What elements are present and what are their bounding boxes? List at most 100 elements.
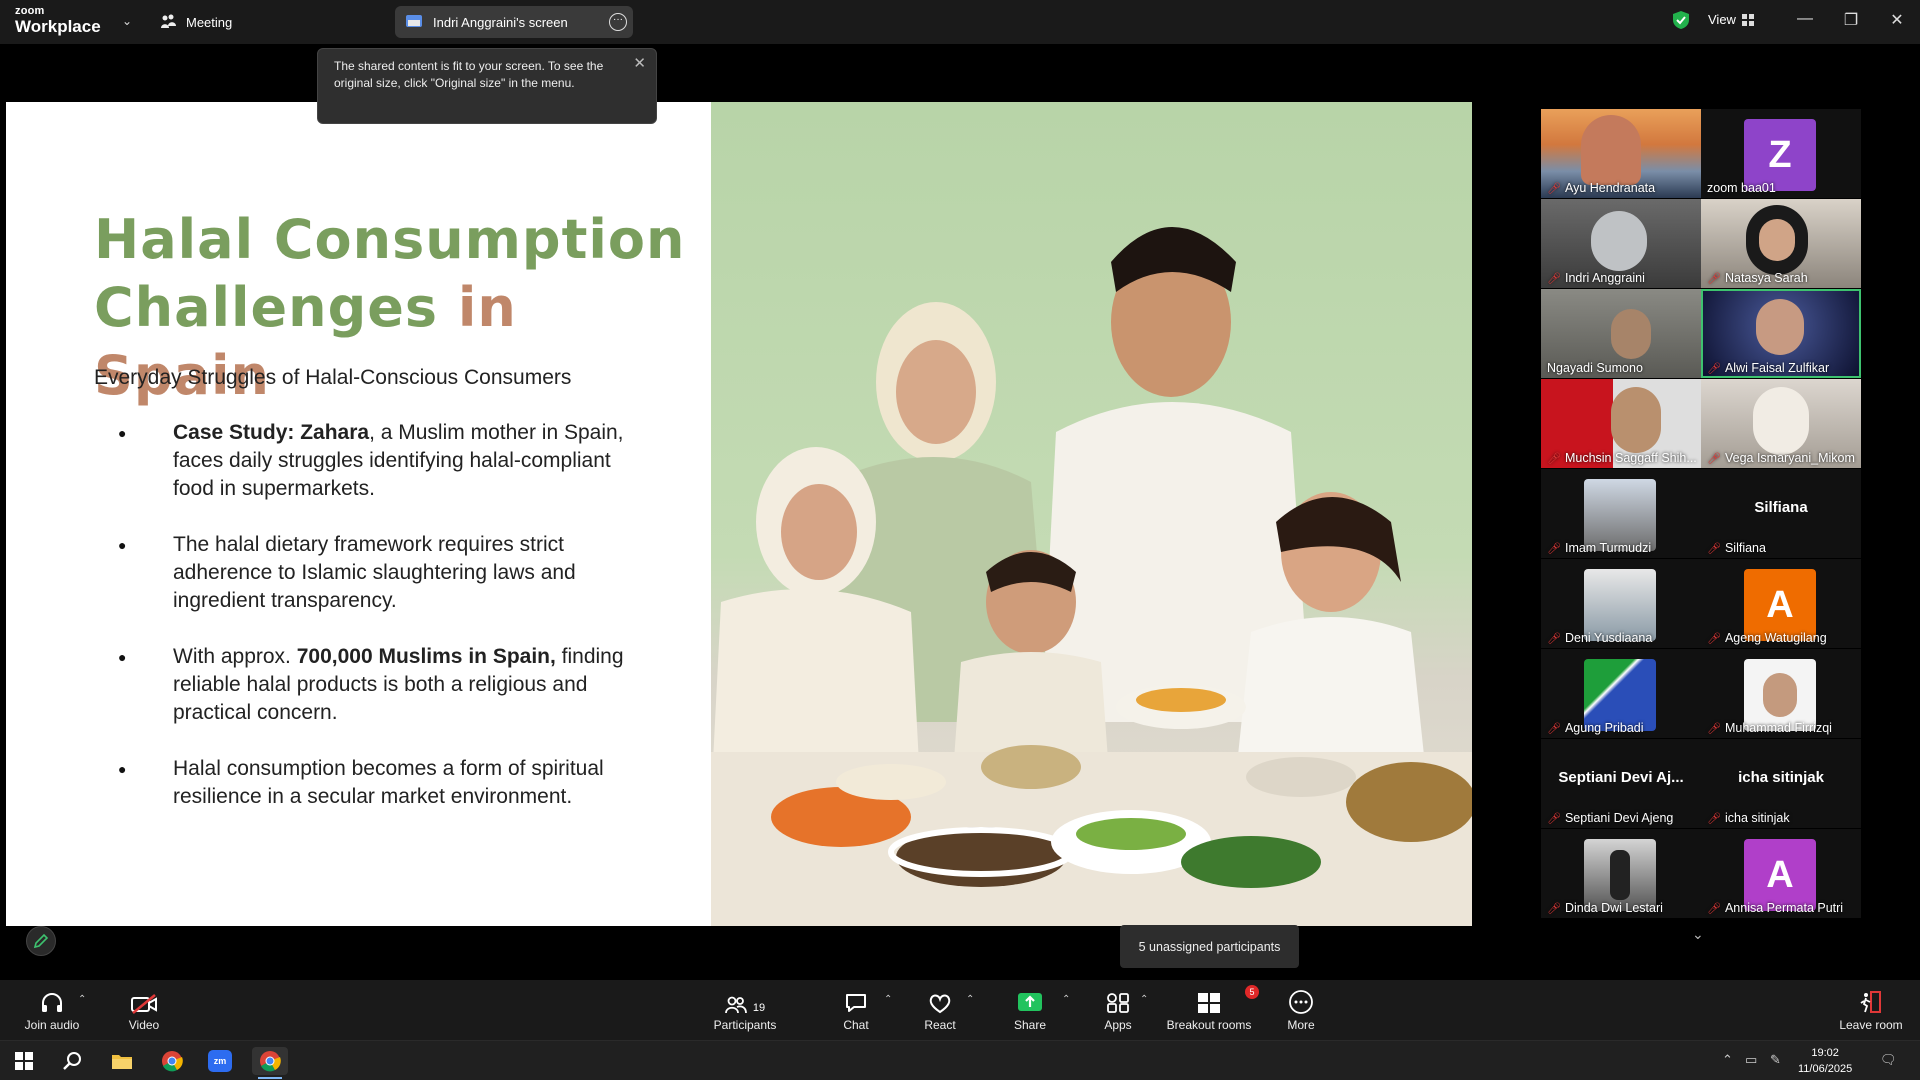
- pen-icon[interactable]: ✎: [1770, 1052, 1781, 1068]
- close-tooltip-icon[interactable]: ✕: [633, 55, 646, 72]
- tooltip-text: The shared content is fit to your screen…: [334, 59, 604, 90]
- mic-muted-icon: 🎤︎: [1707, 902, 1721, 915]
- chevron-down-icon[interactable]: ⌄: [122, 14, 132, 28]
- chrome-active-icon[interactable]: [252, 1047, 288, 1079]
- participant-name: 🎤︎ Natasya Sarah: [1707, 271, 1808, 285]
- participant-tile[interactable]: A 🎤︎ Annisa Permata Putri: [1701, 829, 1861, 918]
- participant-tile[interactable]: 🎤︎ Deni Yusdiaana: [1541, 559, 1701, 648]
- breakout-rooms-button[interactable]: 5 Breakout rooms: [1167, 985, 1259, 1032]
- screen-share-label: Indri Anggraini's screen: [433, 14, 568, 30]
- notifications-icon[interactable]: 🗨︎: [1880, 1052, 1897, 1068]
- windows-taskbar: zm ⌃ ▭ ✎ 19:02 11/06/2025 🗨︎: [0, 1040, 1920, 1080]
- participant-tile[interactable]: 🎤︎ Dinda Dwi Lestari: [1541, 829, 1701, 918]
- leave-room-button[interactable]: Leave room: [1831, 988, 1911, 1032]
- clock-time: 19:02: [1811, 1047, 1839, 1059]
- participant-tile[interactable]: 🎤︎ Ayu Hendranata: [1541, 109, 1701, 198]
- slide-subtitle: Everyday Struggles of Halal-Conscious Co…: [94, 366, 572, 389]
- participant-tile[interactable]: 🎤︎ Agung Pribadi: [1541, 649, 1701, 738]
- more-options-icon[interactable]: ···: [609, 13, 627, 31]
- person-silhouette: [1756, 299, 1804, 355]
- view-button[interactable]: View: [1708, 12, 1754, 27]
- react-options-caret-icon[interactable]: ⌃: [966, 994, 974, 1005]
- participant-tile[interactable]: 🎤︎ Vega Ismaryani_Mikom: [1701, 379, 1861, 468]
- participant-tile[interactable]: 🎤︎ Muhammad Firrizqi: [1701, 649, 1861, 738]
- screen-share-pill[interactable]: Indri Anggraini's screen ···: [395, 6, 633, 38]
- participants-button[interactable]: 19 Participants: [705, 988, 785, 1032]
- annotate-pencil-icon[interactable]: [26, 926, 56, 956]
- mic-muted-icon: 🎤︎: [1707, 272, 1721, 285]
- meeting-label: Meeting: [186, 14, 233, 30]
- participant-tile[interactable]: 🎤︎ Indri Anggraini: [1541, 199, 1701, 288]
- apps-icon: [1106, 988, 1130, 1014]
- share-options-caret-icon[interactable]: ⌃: [1062, 994, 1070, 1005]
- participant-name: zoom baa01: [1707, 181, 1776, 195]
- apps-options-caret-icon[interactable]: ⌃: [1140, 994, 1148, 1005]
- mic-muted-icon: 🎤︎: [1547, 452, 1561, 465]
- file-explorer-icon[interactable]: [104, 1047, 140, 1075]
- tray-chevron-up-icon[interactable]: ⌃: [1722, 1052, 1733, 1068]
- meeting-button[interactable]: Meeting: [160, 10, 232, 34]
- audio-options-caret-icon[interactable]: ⌃: [78, 994, 86, 1005]
- minimize-icon[interactable]: —: [1790, 10, 1820, 28]
- participant-tile-active-speaker[interactable]: 🎤︎ Alwi Faisal Zulfikar: [1701, 289, 1861, 378]
- face: [1759, 219, 1795, 261]
- bullet-1: Case Study: Zahara, a Muslim mother in S…: [118, 419, 638, 503]
- network-icon[interactable]: ▭: [1745, 1052, 1757, 1068]
- participant-tile[interactable]: Silfiana 🎤︎ Silfiana: [1701, 469, 1861, 558]
- participant-tile[interactable]: A 🎤︎ Ageng Watugilang: [1701, 559, 1861, 648]
- participant-tile[interactable]: Z zoom baa01: [1701, 109, 1861, 198]
- restore-icon[interactable]: ❐: [1836, 10, 1866, 30]
- participant-name: 🎤︎ Dinda Dwi Lestari: [1547, 901, 1663, 915]
- close-icon[interactable]: ✕: [1882, 10, 1912, 30]
- chrome-icon[interactable]: [154, 1047, 190, 1075]
- breakout-badge: 5: [1245, 985, 1259, 999]
- shield-check-icon[interactable]: [1672, 10, 1690, 35]
- participant-name: 🎤︎ Silfiana: [1707, 541, 1766, 555]
- participant-tile[interactable]: Ngayadi Sumono: [1541, 289, 1701, 378]
- meeting-toolbar: Join audio ⌃ Video 19 Participants Chat …: [0, 980, 1920, 1040]
- mic-muted-icon: 🎤︎: [1707, 362, 1721, 375]
- headphones-icon: [40, 988, 64, 1014]
- mic-muted-icon: 🎤︎: [1547, 272, 1561, 285]
- gallery-scroll-down-icon[interactable]: ⌄: [1692, 926, 1704, 943]
- bullet-3-pre: With approx.: [173, 645, 297, 668]
- system-clock[interactable]: 19:02 11/06/2025: [1798, 1045, 1852, 1077]
- meeting-icon: [161, 14, 176, 28]
- person-silhouette: [1611, 387, 1661, 453]
- video-label: Video: [128, 1018, 160, 1032]
- search-icon[interactable]: [54, 1047, 90, 1075]
- participant-name: 🎤︎ Vega Ismaryani_Mikom: [1707, 451, 1855, 465]
- participant-name: 🎤︎ Annisa Permata Putri: [1707, 901, 1844, 915]
- zoom-taskbar-icon[interactable]: zm: [202, 1047, 238, 1075]
- participant-name: 🎤︎ Imam Turmudzi: [1547, 541, 1652, 555]
- participants-icon: 19: [724, 988, 765, 1014]
- chat-options-caret-icon[interactable]: ⌃: [884, 994, 892, 1005]
- person-silhouette: [1591, 211, 1647, 271]
- bullet-1-bold: Case Study: Zahara: [173, 421, 370, 444]
- participant-tile[interactable]: 🎤︎ Natasya Sarah: [1701, 199, 1861, 288]
- heart-icon: [928, 988, 952, 1014]
- slide-title-line1: Halal Consumption: [94, 208, 686, 271]
- participant-tile[interactable]: 🎤︎ Muchsin Saggaff Shih...: [1541, 379, 1701, 468]
- participant-display-name: Silfiana: [1754, 499, 1808, 516]
- slide-title-line2-part1: Challenges: [94, 276, 458, 339]
- family-meal-image: [711, 102, 1472, 926]
- logo-line1: zoom: [15, 5, 45, 17]
- video-off-icon: [131, 988, 157, 1014]
- slide-bullets: Case Study: Zahara, a Muslim mother in S…: [118, 419, 638, 839]
- zoom-workplace-logo[interactable]: zoom Workplace: [15, 5, 101, 36]
- participant-tile[interactable]: Septiani Devi Aj... 🎤︎ Septiani Devi Ajen…: [1541, 739, 1701, 828]
- mic-muted-icon: 🎤︎: [1547, 722, 1561, 735]
- more-icon: [1289, 988, 1313, 1014]
- share-label: Share: [1013, 1018, 1047, 1032]
- participant-gallery: 🎤︎ Ayu Hendranata Z zoom baa01 🎤︎ Indri An…: [1541, 109, 1863, 919]
- share-button[interactable]: Share: [990, 988, 1070, 1032]
- grid-view-icon: [1741, 13, 1754, 26]
- participant-tile[interactable]: icha sitinjak 🎤︎ icha sitinjak: [1701, 739, 1861, 828]
- participant-tile[interactable]: 🎤︎ Imam Turmudzi: [1541, 469, 1701, 558]
- mic-muted-icon: 🎤︎: [1547, 182, 1561, 195]
- more-button[interactable]: More: [1261, 988, 1341, 1032]
- windows-start-icon[interactable]: [6, 1047, 42, 1075]
- mic-muted-icon: 🎤︎: [1547, 542, 1561, 555]
- video-button[interactable]: Video: [104, 988, 184, 1032]
